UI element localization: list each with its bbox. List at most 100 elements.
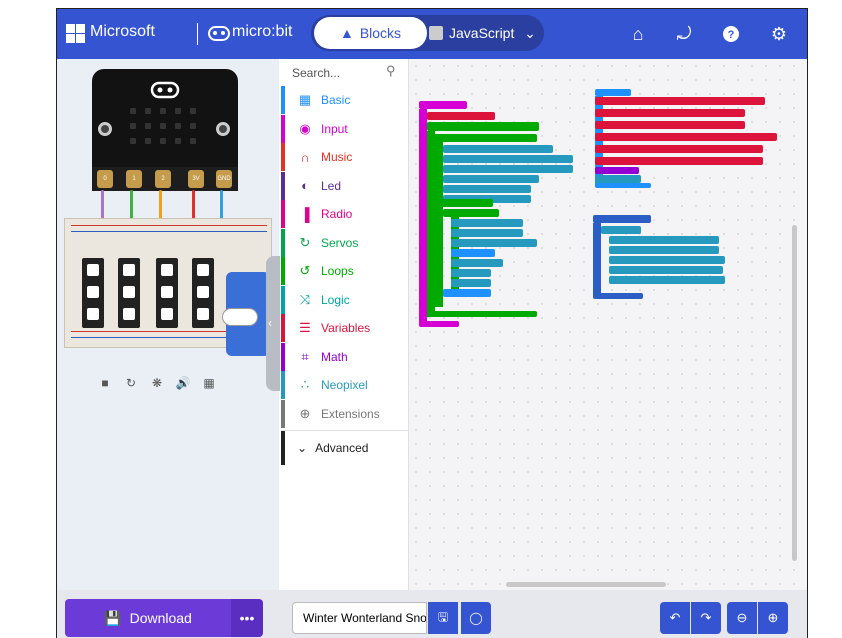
while-loop-block[interactable] <box>427 122 539 131</box>
variable-block[interactable] <box>595 121 745 129</box>
svg-text:?: ? <box>728 29 735 41</box>
neopixel-block[interactable] <box>443 165 573 173</box>
neopixel-block[interactable] <box>451 269 491 277</box>
neopixel-block[interactable] <box>451 239 537 247</box>
call-function-block[interactable] <box>595 167 639 174</box>
search-icon[interactable]: ⚲ <box>386 63 396 79</box>
category-neopixel[interactable]: ∴ Neopixel <box>281 371 409 399</box>
neopixel-block[interactable] <box>451 259 503 267</box>
fullscreen-icon[interactable]: ▦ <box>200 374 218 392</box>
neopixel-block[interactable] <box>609 256 725 264</box>
home-icon[interactable]: ⌂ <box>625 21 651 47</box>
neopixel-block[interactable] <box>443 145 553 153</box>
more-options-button[interactable]: ••• <box>231 599 263 637</box>
advanced-color-bar <box>281 430 285 465</box>
vertical-scrollbar[interactable] <box>792 225 797 561</box>
redo-button[interactable]: ↷ <box>691 602 721 634</box>
function-block[interactable] <box>593 215 651 223</box>
header-divider <box>197 23 198 45</box>
repeat-block[interactable] <box>443 209 499 217</box>
for-loop-block[interactable] <box>435 134 537 142</box>
download-button[interactable]: 💾 Download <box>65 599 231 637</box>
neopixel-block[interactable] <box>451 229 523 237</box>
category-label: Math <box>321 349 348 364</box>
neopixel-block[interactable] <box>609 276 725 284</box>
language-dropdown-chevron-icon[interactable]: ⌄ <box>519 17 541 49</box>
category-color-bar <box>281 114 285 143</box>
neopixel-block[interactable] <box>451 219 523 227</box>
on-start-block[interactable] <box>595 89 631 96</box>
horizontal-scrollbar[interactable] <box>506 582 666 587</box>
download-label: Download <box>129 610 192 626</box>
pin-gnd[interactable]: GND <box>216 170 232 188</box>
variable-block[interactable] <box>595 133 777 141</box>
neopixel-strip <box>192 258 214 328</box>
advanced-toggle[interactable]: ⌄ Advanced <box>281 430 409 465</box>
neopixel-block[interactable] <box>609 246 719 254</box>
button-b[interactable] <box>216 122 230 136</box>
neopixel-block[interactable] <box>443 155 573 163</box>
search-placeholder: Search... <box>292 66 341 80</box>
variable-block[interactable] <box>595 145 763 153</box>
debug-bug-icon[interactable]: ❋ <box>148 374 166 392</box>
toggle-icon: ◐ <box>301 178 309 193</box>
category-label: Servos <box>321 235 359 250</box>
category-servos[interactable]: ↻ Servos <box>281 228 409 257</box>
pin-1[interactable]: 1 <box>126 170 142 188</box>
neopixel-block[interactable] <box>601 226 641 234</box>
pin-0[interactable]: 0 <box>97 170 113 188</box>
category-color-bar <box>281 399 285 428</box>
collapse-simulator-handle[interactable]: ‹ <box>266 256 280 391</box>
category-math[interactable]: ⌗ Math <box>281 342 409 371</box>
variable-block[interactable] <box>595 109 745 117</box>
neopixel-block[interactable] <box>451 279 491 287</box>
zoom-out-button[interactable]: ⊖ <box>727 602 757 634</box>
neopixel-block[interactable] <box>443 185 531 193</box>
pin-3v[interactable]: 3V <box>188 170 204 188</box>
plus-icon: ⊕ <box>299 405 311 421</box>
neopixel-block[interactable] <box>609 266 723 274</box>
restart-icon[interactable]: ↻ <box>122 374 140 392</box>
while-loop-end <box>427 311 537 317</box>
share-icon[interactable]: ⤾ <box>671 21 697 47</box>
zoom-in-button[interactable]: ⊕ <box>758 602 788 634</box>
settings-gear-icon[interactable]: ⚙ <box>766 21 792 47</box>
category-label: Neopixel <box>321 378 368 392</box>
undo-button[interactable]: ↶ <box>660 602 690 634</box>
repeat-body <box>435 209 443 307</box>
tab-blocks[interactable]: ▲ Blocks <box>314 17 427 49</box>
category-radio[interactable]: ▐ Radio <box>281 200 409 228</box>
category-extensions[interactable]: ⊕ Extensions <box>281 399 409 428</box>
pause-block[interactable] <box>443 289 491 297</box>
save-button[interactable]: 🖫 <box>428 602 458 634</box>
variable-block[interactable] <box>427 112 495 120</box>
pin-2[interactable]: 2 <box>155 170 171 188</box>
category-color-bar <box>281 371 285 399</box>
volume-icon[interactable]: 🔊 <box>174 374 192 392</box>
stop-icon[interactable]: ■ <box>96 374 114 392</box>
neopixel-block[interactable] <box>595 175 641 183</box>
category-loops[interactable]: ↺ Loops <box>281 257 409 285</box>
tab-javascript[interactable]: JavaScript <box>429 17 519 49</box>
category-led[interactable]: ◐ Led <box>281 171 409 200</box>
neopixel-block[interactable] <box>443 175 539 183</box>
category-variables[interactable]: ☰ Variables <box>281 314 409 342</box>
variable-block[interactable] <box>595 97 765 105</box>
help-icon[interactable]: ? <box>718 21 744 47</box>
button-a[interactable] <box>98 122 112 136</box>
variable-block[interactable] <box>595 157 763 165</box>
pause-block[interactable] <box>451 249 495 257</box>
project-name-input[interactable]: Winter Wonterland Snov <box>292 602 427 634</box>
neopixel-block[interactable] <box>609 236 719 244</box>
repeat-block[interactable] <box>427 199 493 207</box>
shuffle-icon: ⤨ <box>299 291 311 307</box>
github-button[interactable]: ◯ <box>461 602 491 634</box>
category-basic[interactable]: ▦ Basic <box>281 86 409 114</box>
event-block[interactable] <box>419 101 467 109</box>
category-color-bar <box>281 285 285 314</box>
category-music[interactable]: ∩ Music <box>281 143 409 171</box>
category-logic[interactable]: ⤨ Logic <box>281 285 409 314</box>
chevron-left-icon: ‹ <box>268 316 272 330</box>
category-input[interactable]: ◉ Input <box>281 114 409 143</box>
category-label: Logic <box>321 292 350 307</box>
